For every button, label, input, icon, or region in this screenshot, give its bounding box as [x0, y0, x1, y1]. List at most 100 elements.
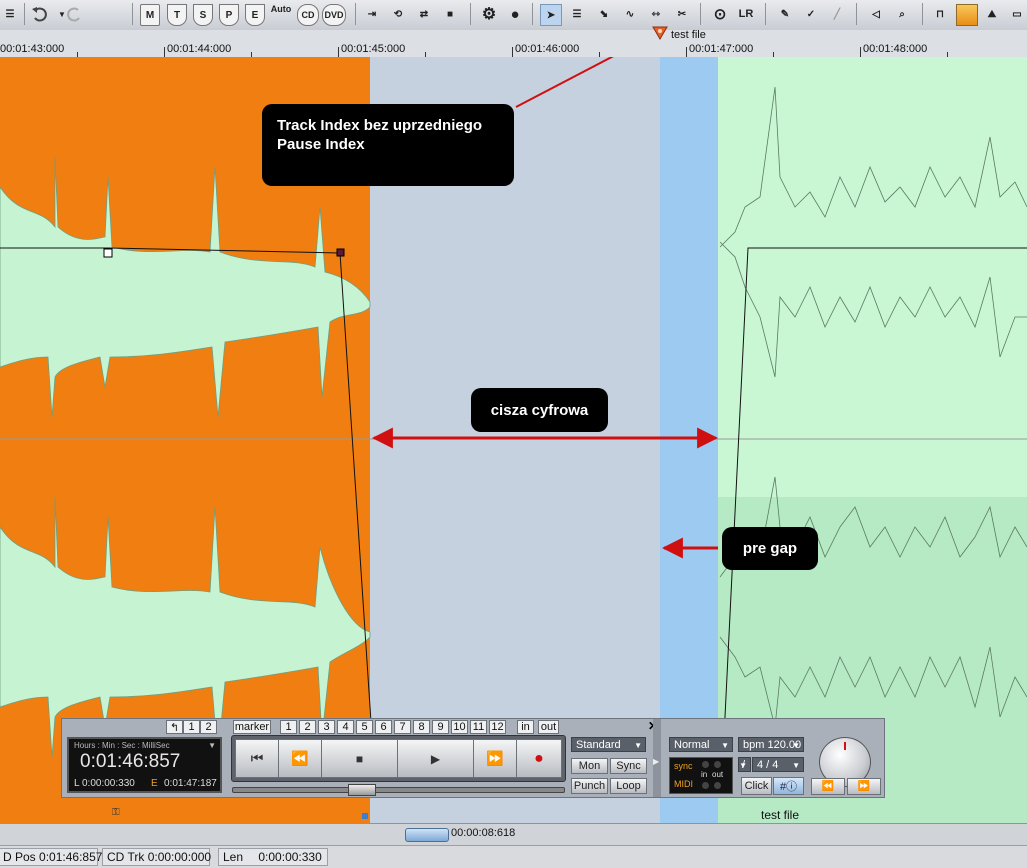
marker-2-button[interactable]: 2 — [299, 720, 316, 734]
fast-forward-button[interactable]: ⏩ — [473, 739, 517, 778]
position-slider[interactable] — [232, 784, 565, 796]
range-tool-icon[interactable]: ☰ — [567, 4, 587, 24]
toolbar-separator — [470, 3, 471, 25]
marker-10-button[interactable]: 10 — [451, 720, 468, 734]
sync-button[interactable]: Sync — [610, 758, 647, 774]
record-button[interactable]: ● — [516, 739, 562, 778]
metronome-icon: #ⓘ — [779, 781, 798, 793]
marker-t-button[interactable]: T — [167, 4, 187, 26]
select-tool-icon[interactable]: ⬊ — [594, 4, 614, 24]
pencil-icon[interactable]: ✎ — [775, 4, 795, 24]
sync-label: sync — [674, 761, 693, 771]
cut-tool-icon[interactable]: ✂ — [672, 4, 692, 24]
toolbar-separator — [132, 3, 133, 25]
lr-icon[interactable]: LR — [736, 4, 756, 24]
metronome-settings-button[interactable]: #ⓘ — [773, 777, 804, 795]
skip-back-icon: ⏮ — [250, 750, 264, 766]
marker-8-button[interactable]: 8 — [413, 720, 430, 734]
draw-icon[interactable]: ✓ — [801, 4, 821, 24]
ruler-tick-label: 00:01:45:000 — [341, 43, 406, 55]
stop-icon: ■ — [355, 751, 364, 766]
marker-m-button[interactable]: M — [140, 4, 160, 26]
scroll-thumb[interactable] — [405, 828, 449, 842]
marker-p-button[interactable]: P — [219, 4, 239, 26]
time-signature-select[interactable]: 4 / 4 — [752, 757, 804, 773]
scrub-icon[interactable]: ⌕ — [892, 4, 912, 24]
time-ruler[interactable]: 00:01:43:000 00:01:44:000 00:01:45:000 0… — [0, 26, 1027, 58]
marker-6-button[interactable]: 6 — [375, 720, 392, 734]
marker-4-button[interactable]: 4 — [337, 720, 354, 734]
list-icon[interactable]: ☰ — [0, 4, 20, 24]
envelope-handle[interactable] — [103, 248, 113, 258]
lock-icon[interactable]: ⊓ — [930, 4, 950, 24]
track-index-marker-icon[interactable] — [652, 26, 668, 40]
range-icon[interactable]: ⇥ — [362, 4, 382, 24]
playback-mode-select[interactable]: Standard — [571, 737, 646, 753]
bank-2-button[interactable]: 2 — [200, 720, 217, 734]
envelope-handle[interactable] — [336, 248, 345, 257]
marker-label: test file — [671, 29, 706, 41]
image-view-icon[interactable]: ▭ — [1007, 4, 1027, 24]
dvd-button[interactable]: DVD — [322, 4, 346, 26]
bank-1-button[interactable]: 1 — [183, 720, 200, 734]
crossfade-icon[interactable]: ⇄ — [414, 4, 434, 24]
normal-mode-select[interactable]: Normal — [669, 737, 733, 753]
redo-icon[interactable] — [64, 4, 84, 24]
play-button[interactable]: ▶ — [397, 739, 474, 778]
loop-icon[interactable]: ⟲ — [388, 4, 408, 24]
undo-icon[interactable] — [30, 4, 50, 24]
landscape-view-icon[interactable]: ⛰ — [982, 4, 1002, 24]
sync-midi-indicator[interactable]: sync MIDI in out — [669, 757, 733, 794]
marker-s-button[interactable]: S — [193, 4, 213, 26]
marker-1-button[interactable]: 1 — [280, 720, 297, 734]
clip-end-handle[interactable] — [362, 813, 368, 819]
loop-button[interactable]: Loop — [610, 778, 647, 794]
speaker-icon[interactable]: ◁ — [866, 4, 886, 24]
status-length-value: 0:00:00:330 — [258, 850, 322, 864]
marker-e-button[interactable]: E — [245, 4, 265, 26]
bpm-select[interactable]: bpm 120.00 — [738, 737, 804, 753]
marker-3-button[interactable]: 3 — [318, 720, 335, 734]
marker-7-button[interactable]: 7 — [394, 720, 411, 734]
out-button[interactable]: out — [538, 720, 559, 734]
midi-label: MIDI — [674, 779, 693, 789]
track-area[interactable]: Track Index bez uprzedniego Pause Index … — [0, 57, 1027, 823]
marker-9-button[interactable]: 9 — [432, 720, 449, 734]
gear-icon[interactable]: ⚙ — [479, 4, 499, 24]
move-tool-icon[interactable]: ⇿ — [646, 4, 666, 24]
click-button[interactable]: Click — [741, 777, 772, 795]
status-length: Len 0:00:00:330 — [218, 848, 328, 866]
punch-button[interactable]: Punch — [571, 778, 608, 794]
jog-rewind-button[interactable]: ⏪ — [811, 778, 845, 795]
position-slider-thumb[interactable] — [348, 784, 376, 796]
zoom-icon[interactable]: ⊙ — [710, 4, 730, 24]
stop-button[interactable]: ■ — [321, 739, 398, 778]
record-dot-icon[interactable]: ● — [505, 4, 525, 24]
toolbar-separator — [765, 3, 766, 25]
time-format-dropdown-icon[interactable]: ▼ — [208, 741, 216, 750]
rewind-button[interactable]: ⏪ — [278, 739, 322, 778]
in-button[interactable]: in — [517, 720, 534, 734]
marker-5-button[interactable]: 5 — [356, 720, 373, 734]
waveform-view-icon[interactable] — [956, 4, 978, 26]
stop-square-icon[interactable]: ■ — [440, 4, 460, 24]
cd-button[interactable]: CD — [297, 4, 319, 26]
curve-tool-icon[interactable]: ∿ — [620, 4, 640, 24]
horizontal-scroll-bar[interactable]: 00:00:08:618 — [0, 823, 1027, 846]
marker-12-button[interactable]: 12 — [489, 720, 506, 734]
mon-button[interactable]: Mon — [571, 758, 608, 774]
pen-disabled-icon[interactable]: ╱ — [827, 4, 847, 24]
toolbar-separator — [700, 3, 701, 25]
go-to-start-button[interactable]: ⏮ — [235, 739, 279, 778]
time-display[interactable]: Hours : Min : Sec : MilliSec ▼ 0:01:46:8… — [67, 737, 222, 793]
pointer-icon[interactable]: ➤ — [540, 4, 562, 26]
pregap-region — [660, 57, 718, 823]
panel-expander[interactable]: ▶ — [653, 719, 661, 797]
clip-name-label: test file — [761, 808, 800, 822]
fast-forward-icon: ⏩ — [486, 750, 504, 766]
marker-11-button[interactable]: 11 — [470, 720, 487, 734]
rewind-icon: ⏪ — [821, 781, 835, 792]
jog-forward-button[interactable]: ⏩ — [847, 778, 881, 795]
auto-button[interactable]: Auto — [270, 4, 292, 24]
back-button[interactable]: ↰ — [166, 720, 183, 734]
